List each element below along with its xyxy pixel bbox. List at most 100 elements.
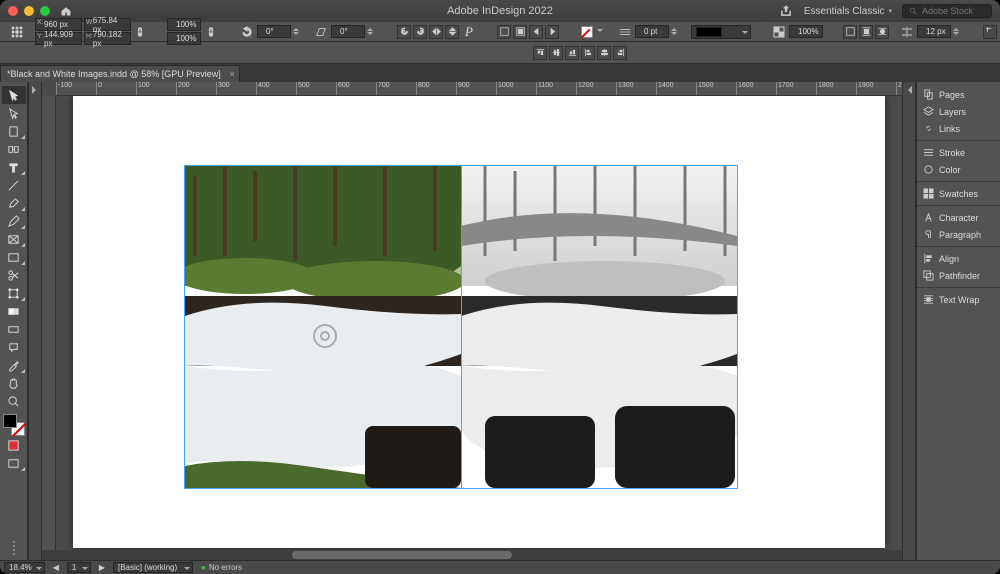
- constrain-scale-icon[interactable]: [203, 24, 219, 40]
- rect-tool-icon[interactable]: [2, 248, 26, 266]
- zoom-dropdown[interactable]: 18.4%: [4, 562, 45, 573]
- panel-paragraph[interactable]: Paragraph: [917, 226, 1000, 243]
- dist-bottom-icon[interactable]: [565, 46, 579, 60]
- share-icon[interactable]: [778, 3, 794, 19]
- home-icon[interactable]: [60, 5, 72, 17]
- dist-vcenter-icon[interactable]: [597, 46, 611, 60]
- scale-y-field[interactable]: 100%: [167, 32, 201, 45]
- content-grabber-icon[interactable]: [313, 324, 337, 348]
- gradient-feather-tool-icon[interactable]: [2, 320, 26, 338]
- rotate-cw-icon[interactable]: [413, 25, 427, 39]
- select-next-icon[interactable]: [545, 25, 559, 39]
- rect-frame-tool-icon[interactable]: [2, 230, 26, 248]
- select-content-icon[interactable]: [513, 25, 527, 39]
- note-tool-icon[interactable]: [2, 338, 26, 356]
- panel-character[interactable]: Character: [917, 209, 1000, 226]
- panel-label: Swatches: [939, 189, 978, 199]
- page-value: 1: [72, 563, 76, 572]
- flip-v-icon[interactable]: [445, 25, 459, 39]
- tool-grip[interactable]: [8, 536, 20, 560]
- gap-field[interactable]: 12 px: [917, 25, 951, 38]
- wrap-shape-icon[interactable]: [875, 25, 889, 39]
- h-field[interactable]: H:790.182 px: [84, 32, 131, 45]
- fill-swatch-icon[interactable]: [579, 24, 595, 40]
- panel-pages[interactable]: Pages: [917, 86, 1000, 103]
- scale-x-field[interactable]: 100%: [167, 18, 201, 31]
- gradient-swatch-tool-icon[interactable]: [2, 302, 26, 320]
- rotate-ccw-icon[interactable]: [397, 25, 411, 39]
- document-tab[interactable]: *Black and White Images.indd @ 58% [GPU …: [0, 65, 240, 82]
- corner-options-icon[interactable]: [983, 25, 997, 39]
- constrain-wh-icon[interactable]: [133, 24, 147, 40]
- select-prev-icon[interactable]: [529, 25, 543, 39]
- gap-stepper[interactable]: [953, 25, 963, 39]
- stroke-weight-field[interactable]: 0 pt: [635, 25, 669, 38]
- page-nav-prev-icon[interactable]: ◀: [53, 563, 59, 572]
- wrap-bbox-icon[interactable]: [859, 25, 873, 39]
- dist-left-icon[interactable]: [581, 46, 595, 60]
- close-tab-icon[interactable]: ×: [229, 69, 234, 79]
- panel-swatches[interactable]: Swatches: [917, 185, 1000, 202]
- line-tool-icon[interactable]: [2, 176, 26, 194]
- panel-expand-right[interactable]: [902, 82, 916, 560]
- fill-swatch-menu[interactable]: [597, 25, 607, 39]
- gap-tool-icon[interactable]: [2, 140, 26, 158]
- app-title: Adobe InDesign 2022: [447, 5, 553, 17]
- panel-pathfinder[interactable]: Pathfinder: [917, 267, 1000, 284]
- page-dropdown[interactable]: 1: [67, 562, 91, 573]
- direct-selection-tool-icon[interactable]: [2, 104, 26, 122]
- fill-stroke-tool[interactable]: [3, 414, 25, 436]
- window-zoom[interactable]: [40, 6, 50, 16]
- type-tool-icon[interactable]: [2, 158, 26, 176]
- stroke-style-dropdown[interactable]: [691, 25, 751, 39]
- panel-label: Layers: [939, 107, 966, 117]
- ref-point-icon[interactable]: [9, 24, 25, 40]
- workspace-menu[interactable]: Essentials Classic ▾: [804, 6, 892, 17]
- links-icon: [922, 123, 934, 135]
- page-tool-icon[interactable]: [2, 122, 26, 140]
- panel-expand-left[interactable]: [28, 82, 42, 560]
- panel-textwrap[interactable]: Text Wrap: [917, 291, 1000, 308]
- scissors-tool-icon[interactable]: [2, 266, 26, 284]
- panel-links[interactable]: Links: [917, 120, 1000, 137]
- pencil-tool-icon[interactable]: [2, 212, 26, 230]
- horizontal-scrollbar[interactable]: [42, 550, 902, 560]
- dist-hcenter-icon[interactable]: [549, 46, 563, 60]
- image-frame[interactable]: [185, 166, 737, 488]
- dist-top-icon[interactable]: [533, 46, 547, 60]
- view-mode-icon[interactable]: [2, 454, 26, 472]
- shear-stepper[interactable]: [367, 25, 377, 39]
- stroke-weight-stepper[interactable]: [671, 25, 681, 39]
- select-container-icon[interactable]: [497, 25, 511, 39]
- panel-align[interactable]: Align: [917, 250, 1000, 267]
- window-close[interactable]: [8, 6, 18, 16]
- rotate-stepper[interactable]: [293, 25, 303, 39]
- apply-color-icon[interactable]: [2, 436, 26, 454]
- opacity-field[interactable]: 100%: [789, 25, 823, 38]
- pen-tool-icon[interactable]: [2, 194, 26, 212]
- rotate-field[interactable]: 0°: [257, 25, 291, 38]
- window-minimize[interactable]: [24, 6, 34, 16]
- page-nav-next-icon[interactable]: ▶: [99, 563, 105, 572]
- vertical-ruler[interactable]: [42, 96, 56, 550]
- document-tab-label: *Black and White Images.indd @ 58% [GPU …: [7, 69, 221, 79]
- eyedropper-tool-icon[interactable]: [2, 356, 26, 374]
- dist-right-icon[interactable]: [613, 46, 627, 60]
- stock-search[interactable]: Adobe Stock: [902, 4, 992, 18]
- free-transform-tool-icon[interactable]: [2, 284, 26, 302]
- panel-layers[interactable]: Layers: [917, 103, 1000, 120]
- flip-h-icon[interactable]: [429, 25, 443, 39]
- panel-stroke[interactable]: Stroke: [917, 144, 1000, 161]
- panel-color[interactable]: Color: [917, 161, 1000, 178]
- selection-tool-icon[interactable]: [2, 86, 26, 104]
- horizontal-ruler[interactable]: -100010020030040050060070080090010001100…: [56, 82, 902, 96]
- y-field[interactable]: Y:144.909 px: [35, 32, 82, 45]
- hand-tool-icon[interactable]: [2, 374, 26, 392]
- wrap-none-icon[interactable]: [843, 25, 857, 39]
- p-icon[interactable]: P: [461, 24, 477, 40]
- shear-field[interactable]: 0°: [331, 25, 365, 38]
- master-dropdown[interactable]: [Basic] (working): [113, 562, 193, 573]
- pasteboard[interactable]: [56, 96, 902, 550]
- zoom-tool-icon[interactable]: [2, 392, 26, 410]
- preflight-status[interactable]: No errors: [201, 563, 242, 572]
